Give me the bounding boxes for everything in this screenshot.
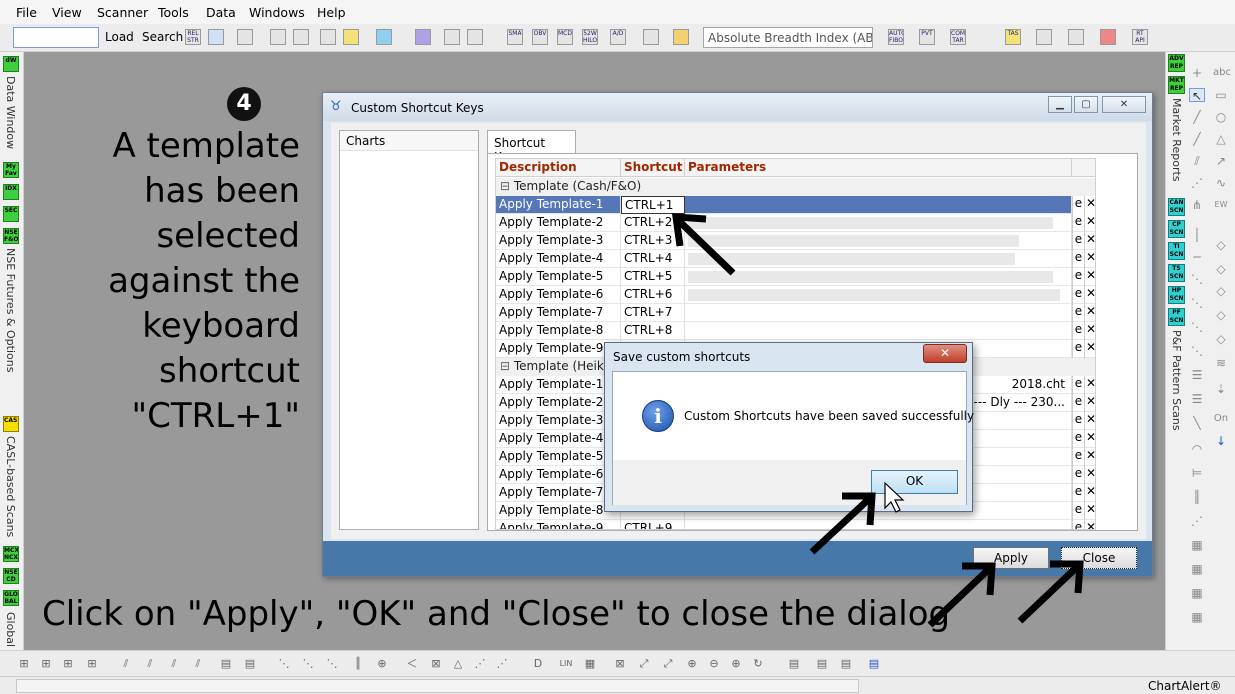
arrow-to-apply-icon [927, 562, 996, 628]
mouse-cursor-icon [884, 481, 905, 513]
arrow-to-close-icon [1017, 560, 1084, 624]
arrow-to-shortcut-icon [671, 213, 736, 276]
arrow-to-ok-icon [809, 492, 876, 555]
annotation-arrows [671, 213, 1084, 628]
